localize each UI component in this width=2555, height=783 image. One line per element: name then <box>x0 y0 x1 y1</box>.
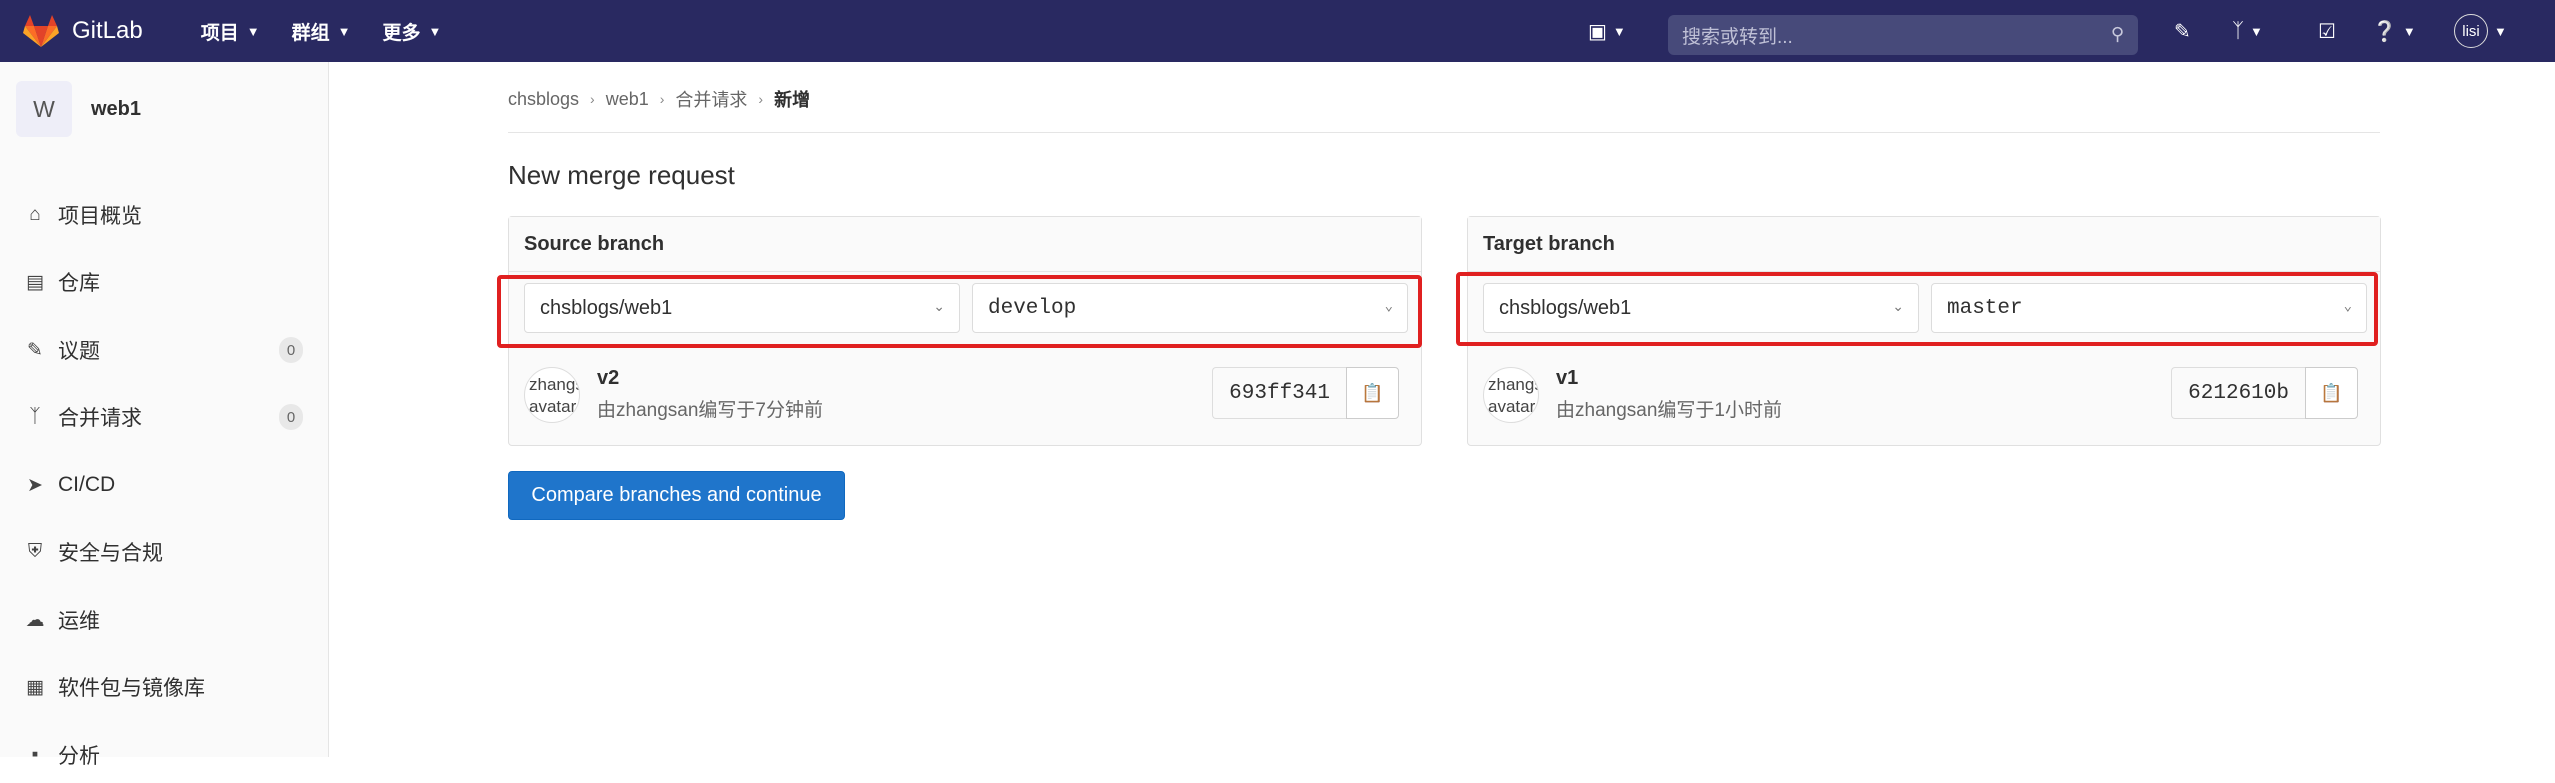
sidebar-item-label: 分析 <box>58 745 100 768</box>
chevron-right-icon: › <box>659 91 665 107</box>
chevron-down-icon: ▼ <box>2402 23 2416 39</box>
source-branch-heading: Source branch <box>509 217 1421 272</box>
rocket-icon: ➤ <box>27 474 43 496</box>
gitlab-logo[interactable]: GitLab <box>22 13 143 49</box>
copy-sha-button[interactable]: 📋 <box>1346 367 1399 419</box>
commit-author-avatar: zhangsan avatar <box>524 367 580 423</box>
cloud-icon: ☁ <box>25 609 45 631</box>
new-dropdown-button[interactable]: ▣ ▼ <box>1588 19 1626 44</box>
avatar: lisi <box>2454 14 2488 48</box>
copy-sha-button[interactable]: 📋 <box>2305 367 2358 419</box>
compare-branches-button[interactable]: Compare branches and continue <box>508 471 845 520</box>
issues-icon: ✎ <box>2174 20 2191 43</box>
commit-sha[interactable]: 693ff341 <box>1212 367 1346 419</box>
sidebar-item-label: CI/CD <box>58 473 116 496</box>
target-commit-info: zhangsan avatar v1 由zhangsan编写于1小时前 6212… <box>1483 357 2365 427</box>
help-icon: ❔ <box>2372 20 2397 43</box>
divider <box>508 132 2380 133</box>
target-branch-heading: Target branch <box>1468 217 2380 272</box>
merge-requests-count-badge: 0 <box>279 404 303 430</box>
merge-request-icon: ᛉ <box>2232 19 2244 42</box>
clipboard-icon: 📋 <box>1361 382 1384 403</box>
project-avatar: W <box>16 81 72 137</box>
breadcrumb: chsblogs › web1 › 合并请求 › 新增 <box>508 86 810 112</box>
source-commit-info: zhangsan avatar v2 由zhangsan编写于7分钟前 693f… <box>524 357 1406 427</box>
sidebar-item-security[interactable]: ⛨ 安全与合规 <box>0 524 329 580</box>
document-icon: ▤ <box>26 271 44 293</box>
search-input[interactable]: 搜索或转到... ⚲ <box>1668 15 2138 55</box>
commit-author-avatar: zhangsan avatar <box>1483 367 1539 423</box>
shield-icon: ⛨ <box>27 541 43 562</box>
chevron-down-icon: ▼ <box>2250 23 2263 39</box>
sidebar-item-analytics[interactable]: ▪ 分析 <box>0 727 329 783</box>
sidebar-item-label: 仓库 <box>58 272 100 295</box>
breadcrumb-current: 新增 <box>774 90 811 110</box>
issues-icon: ✎ <box>27 339 43 361</box>
target-highlight-box <box>1456 272 2378 346</box>
commit-meta: 由zhangsan编写于1小时前 <box>1556 400 1782 421</box>
nav-groups[interactable]: 群组 ▼ <box>292 18 351 45</box>
sidebar: W web1 ⌂ 项目概览 ▤ 仓库 ✎ 议题 0 ᛉ 合并请求 0 ➤ CI/CD ⛨ 安… <box>0 62 329 768</box>
plus-square-icon: ▣ <box>1588 20 1607 43</box>
clipboard-icon: 📋 <box>2320 382 2343 403</box>
todos-nav-button[interactable]: ☑ <box>2318 19 2336 44</box>
project-name: web1 <box>91 97 142 120</box>
checkbox-icon: ☑ <box>2318 20 2336 43</box>
sidebar-item-cicd[interactable]: ➤ CI/CD <box>0 457 329 513</box>
gitlab-tanuki-icon <box>23 15 59 47</box>
sidebar-item-label: 软件包与镜像库 <box>58 677 205 700</box>
merge-requests-nav-button[interactable]: ᛉ ▼ <box>2232 20 2263 43</box>
sidebar-item-repository[interactable]: ▤ 仓库 <box>0 254 329 310</box>
sidebar-item-label: 运维 <box>58 610 100 633</box>
sidebar-item-label: 安全与合规 <box>58 542 163 565</box>
chevron-right-icon: › <box>758 91 764 107</box>
sidebar-item-merge-requests[interactable]: ᛉ 合并请求 0 <box>0 389 329 445</box>
chevron-down-icon: ▼ <box>246 23 260 39</box>
breadcrumb-project[interactable]: web1 <box>606 89 649 110</box>
commit-title[interactable]: v1 <box>1556 367 1578 390</box>
sidebar-item-label: 合并请求 <box>58 407 142 430</box>
sidebar-item-overview[interactable]: ⌂ 项目概览 <box>0 187 329 243</box>
nav-more[interactable]: 更多 ▼ <box>383 18 442 45</box>
chevron-down-icon: ▼ <box>428 23 442 39</box>
page-title: New merge request <box>508 160 735 190</box>
issues-nav-button[interactable]: ✎ <box>2174 19 2191 44</box>
sidebar-item-label: 议题 <box>58 340 100 363</box>
sidebar-item-operations[interactable]: ☁ 运维 <box>0 592 329 648</box>
issues-count-badge: 0 <box>279 337 303 363</box>
nav-more-label: 更多 <box>382 22 421 44</box>
nav-projects[interactable]: 项目 ▼ <box>201 18 260 45</box>
commit-sha[interactable]: 6212610b <box>2171 367 2305 419</box>
breadcrumb-group[interactable]: chsblogs <box>508 89 579 110</box>
top-navbar: GitLab 项目 ▼ 群组 ▼ 更多 ▼ ▣ ▼ 搜索或转到... ⚲ ✎ ᛉ ▼ ☑ … <box>0 0 2555 62</box>
sidebar-item-packages[interactable]: ▦ 软件包与镜像库 <box>0 659 329 715</box>
chevron-down-icon: ▼ <box>337 23 351 39</box>
nav-projects-label: 项目 <box>200 22 239 44</box>
commit-meta: 由zhangsan编写于7分钟前 <box>597 400 823 421</box>
logo-text: GitLab <box>72 17 143 44</box>
commit-title[interactable]: v2 <box>597 367 619 390</box>
chevron-down-icon: ▼ <box>1612 23 1626 39</box>
chevron-right-icon: › <box>590 91 595 107</box>
search-icon: ⚲ <box>2110 24 2124 44</box>
nav-groups-label: 群组 <box>291 22 330 44</box>
user-menu-button[interactable]: lisi ▼ <box>2454 14 2507 48</box>
chevron-down-icon: ▼ <box>2494 23 2507 39</box>
sidebar-item-label: 项目概览 <box>58 205 142 228</box>
chart-icon: ▪ <box>31 744 39 765</box>
merge-request-icon: ᛉ <box>29 406 41 427</box>
home-icon: ⌂ <box>29 204 41 225</box>
package-icon: ▦ <box>26 676 44 698</box>
breadcrumb-merge-requests[interactable]: 合并请求 <box>675 86 747 112</box>
sidebar-item-issues[interactable]: ✎ 议题 0 <box>0 322 329 378</box>
search-placeholder: 搜索或转到... <box>1682 26 1793 48</box>
help-dropdown-button[interactable]: ❔ ▼ <box>2372 19 2416 44</box>
source-highlight-box <box>497 275 1422 348</box>
sidebar-project-header[interactable]: W web1 <box>0 62 328 156</box>
